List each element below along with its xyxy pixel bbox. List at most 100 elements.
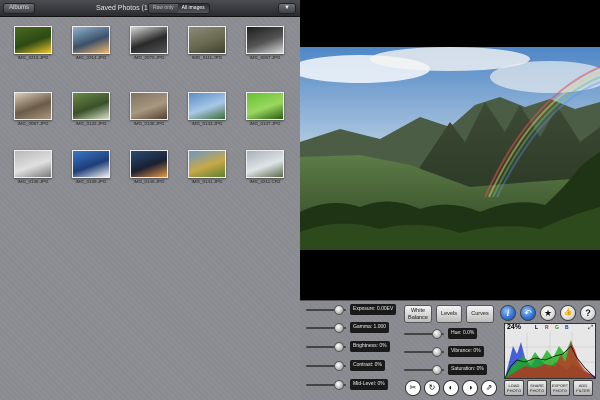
slider-value-label: Gamma: 1.000 xyxy=(350,322,390,333)
thumbnail-image xyxy=(130,92,168,120)
filter-segmented-control: Raw only All images xyxy=(148,3,210,14)
photo-thumbnail[interactable]: IMG_0137.JPG xyxy=(242,92,288,126)
photo-thumbnail[interactable]: IMG_0136.JPG xyxy=(10,150,56,184)
photo-thumbnail[interactable]: IMG_0087.JPG xyxy=(10,92,56,126)
slider-knob[interactable] xyxy=(432,329,442,339)
histogram-channel-b[interactable]: B xyxy=(565,325,569,331)
slider-knob[interactable] xyxy=(432,365,442,375)
slider-value-label: Vibrance: 0% xyxy=(448,346,484,357)
filter-all-images[interactable]: All images xyxy=(177,4,209,13)
adjustment-slider[interactable]: Gamma: 1.000 xyxy=(306,322,396,333)
photo-thumbnail[interactable]: IMG_0211.CR2 xyxy=(242,150,288,184)
thumbnail-image xyxy=(14,92,52,120)
photo-thumbnail[interactable]: IMG_0216.JPG xyxy=(10,26,56,60)
slider-value-label: Saturation: 0% xyxy=(448,364,487,375)
thumbnail-filename: IMG_0067.JPG xyxy=(249,55,281,60)
info-icon[interactable]: i xyxy=(500,305,516,321)
albums-button[interactable]: Albums xyxy=(3,3,36,14)
action-button[interactable]: SHARE PHOTO xyxy=(527,380,547,396)
action-button[interactable]: ADD FILTER xyxy=(573,380,593,396)
action-button-line2: PHOTO xyxy=(506,388,522,393)
adjustment-slider[interactable]: Saturation: 0% xyxy=(404,364,494,375)
thumbnail-image xyxy=(72,150,110,178)
photo-thumbnail[interactable]: IMG_0139.JPG xyxy=(68,150,114,184)
crop-icon[interactable]: ✂ xyxy=(405,380,421,396)
landscape-photo[interactable] xyxy=(300,47,600,250)
thumbnail-filename: IMG_0137.JPG xyxy=(249,121,281,126)
thumbnail-filename: IMG_0139.JPG xyxy=(75,179,107,184)
photo-thumbnail[interactable]: IMG_0133.JPG xyxy=(184,92,230,126)
adjustment-slider[interactable]: Brightness: 0% xyxy=(306,341,396,352)
thumbnail-image xyxy=(72,26,110,54)
histogram-channel-r[interactable]: R xyxy=(545,325,549,331)
slider-value-label: Mid-Level: 0% xyxy=(350,379,388,390)
browser-toolbar: Albums Saved Photos (15) Raw only All im… xyxy=(0,0,300,17)
rotate-icon[interactable]: ↻ xyxy=(424,380,440,396)
slider-value-label: Brightness: 0% xyxy=(350,341,390,352)
photo-thumbnail[interactable]: IMG_0111.JPG xyxy=(184,26,230,60)
histogram-expand-icon[interactable]: ⤢ xyxy=(588,325,593,332)
slider-knob[interactable] xyxy=(334,380,344,390)
histogram: 24% L RGB ⤢ xyxy=(504,323,596,379)
adjustment-slider[interactable]: Exposure: 0.00EV xyxy=(306,304,397,315)
photo-thumbnail[interactable]: IMG_0132.JPG xyxy=(68,92,114,126)
slider-value-label: Hue: 0.0% xyxy=(448,328,478,339)
thumbnail-filename: IMG_0138.JPG xyxy=(133,121,165,126)
thumbnail-image xyxy=(130,150,168,178)
thumbnail-image xyxy=(246,92,284,120)
thumbnail-image xyxy=(188,26,226,54)
star-icon[interactable]: ★ xyxy=(540,305,556,321)
histogram-channel-l[interactable]: L xyxy=(535,325,538,331)
thumbnail-image xyxy=(14,150,52,178)
undo-icon[interactable]: ↶ xyxy=(520,305,536,321)
thumbnail-filename: IMG_0140.JPG xyxy=(133,179,165,184)
action-button-line2: PHOTO xyxy=(529,388,545,393)
photo-browser: Albums Saved Photos (15) Raw only All im… xyxy=(0,0,300,400)
histogram-channel-g[interactable]: G xyxy=(555,325,559,331)
thumbs-up-icon[interactable]: 👍 xyxy=(560,305,576,321)
photo-thumbnail[interactable]: IMG_0138.JPG xyxy=(126,92,172,126)
thumbnail-image xyxy=(246,26,284,54)
thumbnail-filename: IMG_0133.JPG xyxy=(191,121,223,126)
thumbnail-image xyxy=(188,150,226,178)
straighten-icon[interactable]: ⇗ xyxy=(481,380,497,396)
adjustment-slider[interactable]: Hue: 0.0% xyxy=(404,328,494,339)
thumbnail-filename: IMG_0141.JPG xyxy=(191,179,223,184)
slider-value-label: Contrast: 0% xyxy=(350,360,385,371)
slider-value-label: Exposure: 0.00EV xyxy=(350,304,397,315)
histogram-percent: 24% xyxy=(507,324,522,331)
slider-knob[interactable] xyxy=(334,361,344,371)
slider-knob[interactable] xyxy=(334,342,344,352)
levels-button[interactable]: Levels xyxy=(436,305,462,323)
menu-dropdown-button[interactable]: ▼ xyxy=(278,3,296,14)
sharpen-icon[interactable]: ◑ xyxy=(462,380,478,396)
photo-thumbnail[interactable]: IMG_0067.JPG xyxy=(242,26,288,60)
slider-knob[interactable] xyxy=(334,323,344,333)
curves-button[interactable]: Curves xyxy=(466,305,494,323)
help-icon[interactable]: ? xyxy=(580,305,596,321)
photo-thumbnail[interactable]: IMG_0070.JPG xyxy=(126,26,172,60)
thumbnail-image xyxy=(72,92,110,120)
adjustment-slider[interactable]: Mid-Level: 0% xyxy=(306,379,396,390)
white-balance-label-line2: Balance xyxy=(408,315,428,321)
thumbnail-image xyxy=(14,26,52,54)
thumbnail-image xyxy=(130,26,168,54)
image-viewer xyxy=(300,0,600,300)
photo-thumbnail[interactable]: IMG_0214.JPG xyxy=(68,26,114,60)
photo-thumbnail[interactable]: IMG_0140.JPG xyxy=(126,150,172,184)
vignette-icon[interactable]: ◐ xyxy=(443,380,459,396)
filter-raw-only[interactable]: Raw only xyxy=(149,4,178,13)
action-button[interactable]: EXPORT PHOTO xyxy=(550,380,570,396)
action-button[interactable]: LOAD PHOTO xyxy=(504,380,524,396)
adjustment-slider[interactable]: Vibrance: 0% xyxy=(404,346,494,357)
white-balance-button[interactable]: White Balance xyxy=(404,305,432,323)
thumbnail-filename: IMG_0214.JPG xyxy=(75,55,107,60)
slider-knob[interactable] xyxy=(432,347,442,357)
thumbnail-filename: IMG_0111.JPG xyxy=(191,55,223,60)
histogram-graph xyxy=(505,332,595,378)
slider-knob[interactable] xyxy=(334,305,344,315)
white-balance-label-line1: White xyxy=(410,308,426,314)
adjustment-slider[interactable]: Contrast: 0% xyxy=(306,360,396,371)
photo-thumbnail[interactable]: IMG_0141.JPG xyxy=(184,150,230,184)
action-button-line2: PHOTO xyxy=(552,388,568,393)
